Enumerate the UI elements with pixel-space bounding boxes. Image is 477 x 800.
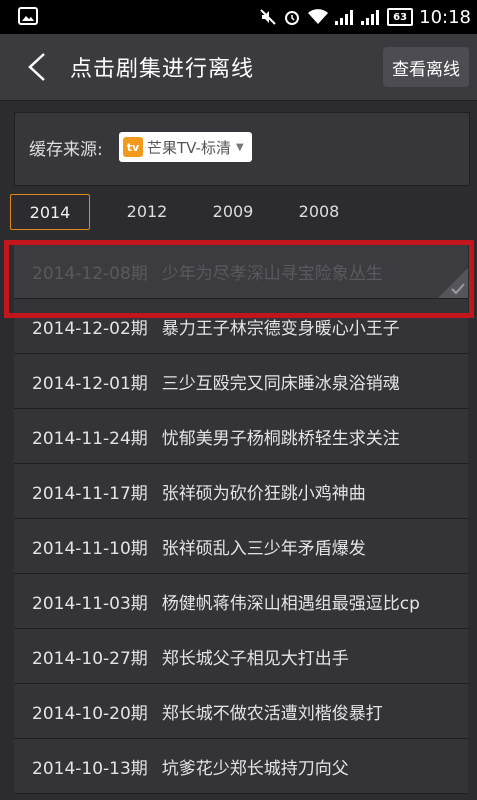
signal-icon-2 [361, 10, 380, 25]
episode-date: 2014-10-27期 [32, 648, 148, 669]
status-icons: 63 10:18 [259, 0, 471, 34]
mute-icon [260, 9, 276, 25]
signal-icon [335, 10, 354, 25]
episode-title: 三少互殴完又同床睡冰泉浴销魂 [161, 373, 400, 394]
status-bar: 63 10:18 [0, 0, 477, 34]
alarm-icon [285, 11, 300, 25]
episode-title: 暴力王子林宗德变身暖心小王子 [161, 318, 400, 339]
episode-list: 2014-12-08期 少年为尽孝深山寻宝险象丛生 2014-12-02期 暴力… [14, 244, 468, 794]
page-title: 点击剧集进行离线 [70, 57, 255, 82]
mango-tv-icon: tv [123, 137, 143, 157]
wifi-icon [308, 9, 329, 24]
episode-row[interactable]: 2014-10-27期 郑长城父子相见大打出手 [14, 629, 468, 684]
cache-source-value: 芒果TV-标清 [147, 138, 231, 157]
dropdown-caret-icon: ▼ [235, 141, 244, 153]
app-header: 点击剧集进行离线 查看离线 [0, 34, 477, 101]
episode-row[interactable]: 2014-10-20期 郑长城不做农活遭刘楷俊暴打 [14, 684, 468, 739]
episode-row[interactable]: 2014-10-13期 坑爹花少郑长城持刀向父 [14, 739, 468, 794]
episode-date: 2014-12-02期 [32, 318, 148, 339]
episode-date: 2014-12-01期 [32, 373, 148, 394]
episode-date: 2014-11-10期 [32, 538, 148, 559]
year-tab-2009[interactable]: 2009 [190, 194, 276, 228]
episode-date: 2014-10-20期 [32, 703, 148, 724]
episode-date: 2014-12-08期 [32, 263, 148, 284]
clock: 10:18 [419, 6, 471, 28]
episode-title: 忧郁美男子杨桐跳桥轻生求关注 [161, 428, 400, 449]
episode-title: 郑长城不做农活遭刘楷俊暴打 [161, 703, 383, 724]
episode-row[interactable]: 2014-12-02期 暴力王子林宗德变身暖心小王子 [14, 299, 468, 354]
episode-title: 坑爹花少郑长城持刀向父 [161, 758, 349, 779]
episode-row[interactable]: 2014-11-24期 忧郁美男子杨桐跳桥轻生求关注 [14, 409, 468, 464]
episode-date: 2014-11-03期 [32, 593, 148, 614]
episode-title: 张祥硕为砍价狂跳小鸡神曲 [161, 483, 366, 504]
episode-title: 郑长城父子相见大打出手 [161, 648, 349, 669]
checkmark-icon [438, 268, 468, 298]
episode-title: 少年为尽孝深山寻宝险象丛生 [161, 263, 383, 284]
episode-title: 张祥硕乱入三少年矛盾爆发 [161, 538, 366, 559]
episode-row[interactable]: 2014-12-08期 少年为尽孝深山寻宝险象丛生 [14, 244, 468, 299]
back-arrow-icon[interactable] [22, 50, 56, 84]
year-tab-2008[interactable]: 2008 [276, 194, 362, 228]
episode-date: 2014-11-17期 [32, 483, 148, 504]
year-tab-2014[interactable]: 2014 [10, 194, 90, 230]
cache-source-label: 缓存来源: [29, 140, 103, 160]
episode-row[interactable]: 2014-12-01期 三少互殴完又同床睡冰泉浴销魂 [14, 354, 468, 409]
year-tabs: 2014 2012 2009 2008 [10, 194, 362, 230]
episode-date: 2014-10-13期 [32, 758, 148, 779]
gallery-icon [18, 7, 38, 25]
cache-source-panel: 缓存来源: tv 芒果TV-标清 ▼ [14, 112, 470, 186]
episode-title: 杨健帆蒋伟深山相遇组最强逗比cp [161, 593, 420, 614]
episode-row[interactable]: 2014-11-17期 张祥硕为砍价狂跳小鸡神曲 [14, 464, 468, 519]
view-offline-button[interactable]: 查看离线 [383, 47, 469, 87]
battery-icon: 63 [387, 8, 414, 26]
episode-date: 2014-11-24期 [32, 428, 148, 449]
year-tab-2012[interactable]: 2012 [104, 194, 190, 228]
episode-row[interactable]: 2014-11-10期 张祥硕乱入三少年矛盾爆发 [14, 519, 468, 574]
episode-row[interactable]: 2014-11-03期 杨健帆蒋伟深山相遇组最强逗比cp [14, 574, 468, 629]
cache-source-select[interactable]: tv 芒果TV-标清 ▼ [119, 132, 252, 162]
